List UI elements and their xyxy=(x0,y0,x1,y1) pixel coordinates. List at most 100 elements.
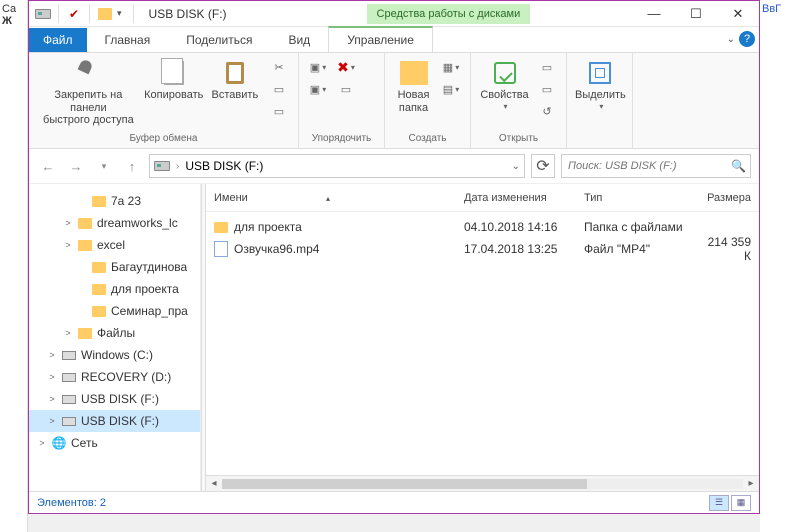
qat-newfolder-icon[interactable] xyxy=(97,6,113,22)
newfolder-button[interactable]: Новая папка xyxy=(391,55,436,118)
paste-button[interactable]: Вставить xyxy=(206,55,264,106)
pasteshortcut-small-button[interactable]: ▭ xyxy=(268,101,290,121)
scroll-left-icon[interactable]: ◂ xyxy=(206,478,222,489)
tree-item[interactable]: >Файлы xyxy=(29,322,200,344)
tree-label: USB DISK (F:) xyxy=(81,414,159,428)
qat-customize-icon[interactable]: ▾ xyxy=(117,8,122,19)
tree-item[interactable]: > USB DISK (F:) xyxy=(29,410,200,432)
file-icon xyxy=(214,241,228,257)
rename-button[interactable]: ▭ xyxy=(335,79,357,99)
expand-icon[interactable]: > xyxy=(63,328,73,338)
background-app-left: CaЖ xyxy=(0,0,28,532)
col-size[interactable]: Размера xyxy=(696,192,759,204)
tree-item[interactable]: для проекта xyxy=(29,278,200,300)
explorer-window: ✔ ▾ USB DISK (F:) Средства работы с диск… xyxy=(28,0,760,514)
properties-button[interactable]: Свойства▾ xyxy=(477,55,532,115)
tree-item[interactable]: >excel xyxy=(29,234,200,256)
tab-home[interactable]: Главная xyxy=(87,28,169,52)
nav-back-button[interactable]: ← xyxy=(37,155,59,177)
tree-item[interactable]: >RECOVERY (D:) xyxy=(29,366,200,388)
col-name[interactable]: Имени▴ xyxy=(206,192,456,204)
pin-icon xyxy=(74,58,103,87)
moveto-button[interactable]: ▣▾ xyxy=(307,57,329,77)
tab-manage[interactable]: Управление xyxy=(328,26,433,52)
qat-properties-icon[interactable]: ✔ xyxy=(66,6,82,22)
nav-tree[interactable]: 7а 23 > dreamworks_lc >excelБагаутдинова для… xyxy=(29,184,201,491)
horizontal-scrollbar[interactable]: ◂ ▸ xyxy=(206,475,759,491)
tree-label: для проекта xyxy=(111,282,179,296)
file-rows[interactable]: для проекта04.10.2018 14:16Папка с файла… xyxy=(206,212,759,475)
breadcrumb[interactable]: USB DISK (F:) xyxy=(185,159,263,173)
delete-button[interactable]: ✖▾ xyxy=(335,57,357,77)
expand-icon[interactable]: > xyxy=(47,394,57,404)
file-list: Имени▴ Дата изменения Тип Размера для пр… xyxy=(206,184,759,491)
col-type[interactable]: Тип xyxy=(576,192,696,204)
col-date[interactable]: Дата изменения xyxy=(456,192,576,204)
scroll-right-icon[interactable]: ▸ xyxy=(743,478,759,489)
file-row[interactable]: Озвучка96.mp417.04.2018 13:25Файл "MP4"2… xyxy=(206,238,759,260)
net-icon: 🌐 xyxy=(51,436,67,450)
contextual-tab-label: Средства работы с дисками xyxy=(367,4,531,24)
address-bar[interactable]: › USB DISK (F:) ⌄ xyxy=(149,154,525,178)
tree-item[interactable]: >Windows (C:) xyxy=(29,344,200,366)
maximize-button[interactable]: ☐ xyxy=(675,1,717,27)
folder-icon xyxy=(91,260,107,274)
tree-item[interactable]: Багаутдинова xyxy=(29,256,200,278)
newitem-button[interactable]: ▦▾ xyxy=(440,57,462,77)
titlebar[interactable]: ✔ ▾ USB DISK (F:) Средства работы с диск… xyxy=(29,1,759,27)
folder-icon xyxy=(214,222,228,233)
cut-small-button[interactable]: ✂ xyxy=(268,57,290,77)
ribbon-expand-icon[interactable]: ⌄ xyxy=(727,34,735,45)
tree-item[interactable]: > dreamworks_lc xyxy=(29,212,200,234)
group-open-label: Открыть xyxy=(477,131,560,146)
tree-item[interactable]: Семинар_пра xyxy=(29,300,200,322)
status-bar: Элементов: 2 ☰ ▦ xyxy=(29,491,759,513)
check-icon xyxy=(494,62,516,84)
expand-icon[interactable]: > xyxy=(47,350,57,360)
ribbon-tabs: Файл Главная Поделиться Вид Управление ⌄… xyxy=(29,27,759,53)
copyto-button[interactable]: ▣▾ xyxy=(307,79,329,99)
search-icon[interactable]: 🔍 xyxy=(731,159,746,173)
tree-label: 7а 23 xyxy=(111,194,141,208)
nav-forward-button[interactable]: → xyxy=(65,155,87,177)
search-box[interactable]: 🔍 xyxy=(561,154,751,178)
expand-icon[interactable]: > xyxy=(47,372,57,382)
open-small-button[interactable]: ▭ xyxy=(536,57,558,77)
tree-item[interactable]: >USB DISK (F:) xyxy=(29,388,200,410)
group-clipboard-label: Буфер обмена xyxy=(35,131,292,146)
address-dropdown-icon[interactable]: ⌄ xyxy=(512,161,520,172)
expand-icon[interactable]: > xyxy=(37,438,47,448)
folder-icon xyxy=(77,326,93,340)
view-details-button[interactable]: ☰ xyxy=(709,495,729,511)
help-icon[interactable]: ? xyxy=(739,31,755,47)
copypath-small-button[interactable]: ▭ xyxy=(268,79,290,99)
file-name: Озвучка96.mp4 xyxy=(234,242,319,256)
select-button[interactable]: Выделить▾ xyxy=(573,55,628,115)
view-icons-button[interactable]: ▦ xyxy=(731,495,751,511)
file-row[interactable]: для проекта04.10.2018 14:16Папка с файла… xyxy=(206,216,759,238)
edit-small-button[interactable]: ▭ xyxy=(536,79,558,99)
refresh-button[interactable]: ⟳ xyxy=(531,154,555,178)
history-small-button[interactable]: ↺ xyxy=(536,101,558,121)
pin-quickaccess-button[interactable]: Закрепить на панели быстрого доступа xyxy=(35,55,142,131)
tree-label: dreamworks_lc xyxy=(97,216,178,230)
search-input[interactable] xyxy=(566,159,731,173)
copy-button[interactable]: Копировать xyxy=(144,55,204,106)
drive-icon xyxy=(61,414,77,428)
tab-file[interactable]: Файл xyxy=(29,28,87,52)
expand-icon[interactable]: > xyxy=(63,218,73,228)
expand-icon[interactable]: > xyxy=(47,416,57,426)
close-button[interactable]: ✕ xyxy=(717,1,759,27)
easyaccess-button[interactable]: ▤▾ xyxy=(440,79,462,99)
select-icon xyxy=(589,62,611,84)
nav-recent-button[interactable]: ▾ xyxy=(93,155,115,177)
tab-share[interactable]: Поделиться xyxy=(168,28,270,52)
scroll-thumb[interactable] xyxy=(222,479,587,489)
minimize-button[interactable]: — xyxy=(633,1,675,27)
nav-up-button[interactable]: ↑ xyxy=(121,155,143,177)
copy-icon xyxy=(164,61,184,85)
tree-item[interactable]: 7а 23 xyxy=(29,190,200,212)
tree-item[interactable]: >🌐Сеть xyxy=(29,432,200,454)
tab-view[interactable]: Вид xyxy=(270,28,328,52)
expand-icon[interactable]: > xyxy=(63,240,73,250)
